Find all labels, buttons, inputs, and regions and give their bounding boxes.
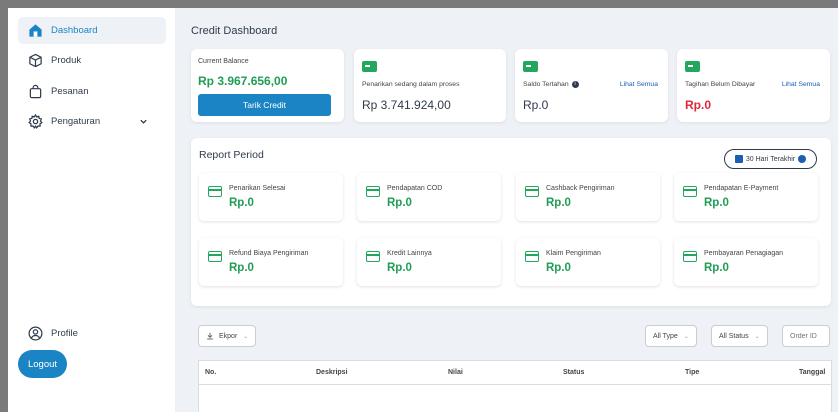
wallet-icon [685, 61, 700, 72]
wallet-icon [523, 61, 538, 72]
sidebar-item-label: Dashboard [51, 25, 98, 36]
stat-label: Pendapatan COD [387, 185, 443, 192]
gear-icon [28, 114, 43, 129]
shopping-bag-icon [29, 84, 42, 99]
view-all-link[interactable]: Lihat Semua [782, 81, 820, 88]
box-icon [29, 53, 42, 68]
stat-card: Pendapatan COD Rp.0 [357, 173, 501, 221]
stat-label: Klaim Pengiriman [546, 250, 601, 257]
export-button[interactable]: Ekpor ⌄ [198, 325, 257, 347]
tarik-credit-button[interactable]: Tarik Credit [198, 94, 331, 116]
sidebar-item-label: Pengaturan [51, 116, 101, 127]
stat-value: Rp.0 [546, 197, 571, 209]
stat-label: Refund Biaya Pengiriman [229, 250, 309, 257]
stat-value: Rp.0 [704, 262, 729, 274]
profile-label: Profile [51, 328, 78, 339]
export-label: Ekpor [219, 332, 238, 340]
card-icon [366, 186, 380, 197]
chevron-down-icon: ⌄ [683, 333, 689, 340]
unpaid-bills-card: Tagihan Belum Dibayar Lihat Semua Rp.0 [677, 49, 830, 122]
column-header-tipe: Tipe [685, 369, 700, 376]
user-circle-icon [28, 326, 43, 341]
report-period-panel: Report Period 30 Hari Terakhir Penarikan… [191, 138, 831, 306]
type-filter-select[interactable]: All Type ⌄ [645, 325, 697, 347]
stat-card: Cashback Pengiriman Rp.0 [516, 173, 660, 221]
logout-button[interactable]: Logout [18, 350, 67, 378]
chevron-down-icon [798, 155, 807, 163]
column-header-no: No. [205, 369, 217, 376]
sidebar-item-produk[interactable]: Produk [18, 47, 166, 74]
stat-label: Kredit Lainnya [387, 250, 432, 257]
sidebar-item-profile[interactable]: Profile [18, 320, 166, 347]
date-range-button[interactable]: 30 Hari Terakhir [724, 149, 817, 169]
stat-value: Rp.0 [387, 262, 412, 274]
sidebar-item-label: Produk [51, 55, 82, 66]
sidebar-item-label: Pesanan [51, 86, 89, 97]
stat-card: Pembayaran Penagiagan Rp.0 [674, 238, 818, 286]
wallet-icon [362, 61, 377, 72]
stat-label: Pembayaran Penagiagan [704, 250, 784, 257]
summary-value: Rp.0 [685, 98, 712, 112]
report-period-title: Report Period [199, 149, 264, 161]
info-icon[interactable]: i [571, 81, 579, 88]
summary-label: Tagihan Belum Dibayar [685, 81, 756, 88]
stat-card: Refund Biaya Pengiriman Rp.0 [199, 238, 343, 286]
column-header-deskripsi: Deskripsi [316, 369, 348, 376]
table-header: No. Deskripsi Nilai Status Tipe Tanggal [198, 360, 832, 384]
stat-label: Penarikan Selesai [229, 185, 286, 192]
view-all-link[interactable]: Lihat Semua [620, 81, 658, 88]
card-icon [525, 186, 539, 197]
column-header-tanggal: Tanggal [799, 369, 826, 376]
current-balance-label: Current Balance [198, 58, 249, 65]
sidebar-item-pengaturan[interactable]: Pengaturan [18, 108, 166, 135]
card-icon [208, 251, 222, 262]
main-content: Credit Dashboard Current Balance Rp 3.96… [176, 8, 838, 412]
stat-label: Cashback Pengiriman [546, 185, 615, 192]
withdrawal-in-process-card: Penarikan sedang dalam proses Rp 3.741.9… [354, 49, 506, 122]
summary-label-text: Saldo Tertahan [523, 81, 569, 88]
stat-value: Rp.0 [229, 262, 254, 274]
status-filter-label: All Status [719, 332, 749, 340]
chevron-down-icon: ⌄ [243, 333, 249, 340]
chevron-down-icon [140, 119, 147, 124]
sidebar-item-dashboard[interactable]: Dashboard [18, 17, 166, 44]
stat-value: Rp.0 [704, 197, 729, 209]
table-body [198, 384, 832, 412]
page-title: Credit Dashboard [191, 25, 278, 37]
stat-card: Pendapatan E-Payment Rp.0 [674, 173, 818, 221]
current-balance-card: Current Balance Rp 3.967.656,00 Tarik Cr… [191, 49, 344, 122]
card-icon [683, 186, 697, 197]
summary-value: Rp 3.741.924,00 [362, 98, 451, 112]
sidebar: Dashboard Produk Pesanan Pengaturan Prof… [8, 8, 176, 412]
held-balance-card: Saldo Tertahan i Lihat Semua Rp.0 [515, 49, 668, 122]
card-icon [366, 251, 380, 262]
status-filter-select[interactable]: All Status ⌄ [711, 325, 768, 347]
stat-value: Rp.0 [387, 197, 412, 209]
column-header-status: Status [563, 369, 585, 376]
app-window: Dashboard Produk Pesanan Pengaturan Prof… [8, 8, 838, 412]
summary-label: Saldo Tertahan i [523, 81, 579, 88]
card-icon [525, 251, 539, 262]
order-id-search-input[interactable] [782, 325, 830, 347]
home-icon [29, 24, 42, 37]
summary-value: Rp.0 [523, 98, 549, 112]
chevron-down-icon: ⌄ [754, 333, 760, 340]
current-balance-value: Rp 3.967.656,00 [198, 74, 288, 88]
summary-label: Penarikan sedang dalam proses [362, 81, 460, 88]
stat-card: Penarikan Selesai Rp.0 [199, 173, 343, 221]
date-range-label: 30 Hari Terakhir [745, 155, 796, 163]
calendar-icon [734, 155, 743, 163]
column-header-nilai: Nilai [448, 369, 463, 376]
stat-label: Pendapatan E-Payment [704, 185, 779, 192]
type-filter-label: All Type [653, 332, 678, 340]
download-icon [207, 332, 213, 340]
stat-value: Rp.0 [546, 262, 571, 274]
card-icon [208, 186, 222, 197]
stat-card: Kredit Lainnya Rp.0 [357, 238, 501, 286]
stat-card: Klaim Pengiriman Rp.0 [516, 238, 660, 286]
sidebar-item-pesanan[interactable]: Pesanan [18, 78, 166, 105]
card-icon [683, 251, 697, 262]
stat-value: Rp.0 [229, 197, 254, 209]
